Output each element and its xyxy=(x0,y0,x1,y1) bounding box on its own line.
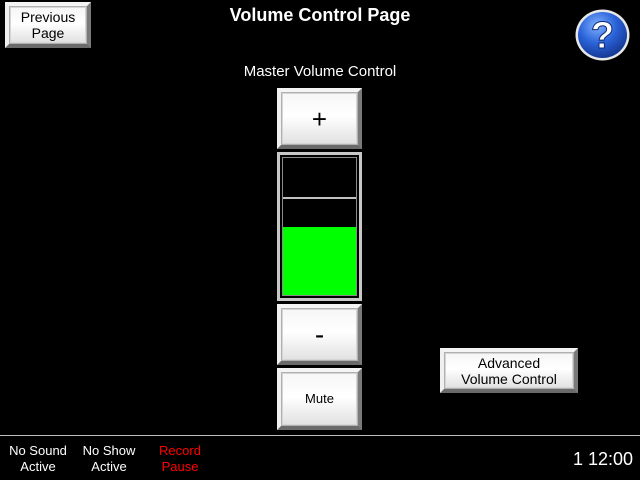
volume-down-label: - xyxy=(314,318,325,350)
advanced-volume-control-label: Advanced Volume Control xyxy=(461,354,557,387)
volume-level-fill xyxy=(283,226,356,295)
master-volume-label: Master Volume Control xyxy=(243,63,397,80)
advanced-volume-control-button[interactable]: Advanced Volume Control xyxy=(440,348,578,393)
mute-label: Mute xyxy=(305,391,334,406)
sound-status: No Sound Active xyxy=(9,443,67,474)
page-title: Volume Control Page xyxy=(229,5,411,25)
volume-level-meter[interactable] xyxy=(277,152,362,301)
status-bar-divider xyxy=(0,435,640,436)
clock: 1 12:00 xyxy=(572,449,633,469)
mute-button[interactable]: Mute xyxy=(277,368,362,430)
previous-page-label: Previous Page xyxy=(20,9,76,41)
question-mark-icon: ? xyxy=(575,9,630,61)
volume-down-button[interactable]: - xyxy=(277,304,362,365)
volume-up-button[interactable]: + xyxy=(277,88,362,149)
record-status: Record Pause xyxy=(159,443,201,474)
volume-up-label: + xyxy=(311,103,328,134)
show-status: No Show Active xyxy=(82,443,136,474)
volume-level-marker xyxy=(283,197,356,200)
help-button[interactable]: ? xyxy=(574,8,631,62)
svg-text:?: ? xyxy=(591,15,614,57)
